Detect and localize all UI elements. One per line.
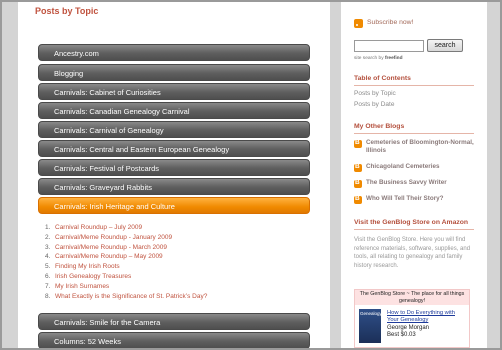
book-cover-image[interactable]: Genealogy (359, 309, 382, 343)
post-number: 1. (45, 224, 51, 231)
store-heading: Visit the GenBlog Store on Amazon (354, 219, 469, 226)
blogger-icon (354, 179, 362, 188)
list-item: 7. My Irish Surnames (45, 282, 305, 292)
blog-item[interactable]: Cemeteries of Bloomington-Normal, Illino… (354, 139, 479, 157)
list-item: 8. What Exactly is the Significance of St… (45, 292, 305, 302)
blogger-icon (354, 139, 362, 148)
blog-link[interactable]: Cemeteries of Bloomington-Normal, Illino… (366, 139, 476, 155)
search-input[interactable] (354, 40, 424, 52)
search-credit-prefix: site search by (354, 56, 385, 61)
topic-bar-graveyard-rabbits[interactable]: Carnivals: Graveyard Rabbits (38, 178, 310, 195)
list-item: 5. Finding My Irish Roots (45, 262, 305, 272)
post-number: 5. (45, 263, 51, 271)
post-list: 1. Carnival Roundup – July 2009 2. Carniva… (45, 223, 305, 301)
rss-icon[interactable] (354, 19, 363, 28)
topic-bar-ancestry[interactable]: Ancestry.com (38, 44, 310, 61)
widget-header: The GenBlog Store ~ The place for all th… (355, 290, 469, 305)
blogger-icon (354, 163, 362, 172)
book-cover-text: Genealogy (360, 311, 382, 316)
post-number: 4. (45, 253, 51, 261)
store-description: Visit the GenBlog Store. Here you will f… (354, 237, 471, 269)
divider (354, 133, 474, 134)
post-link[interactable]: Carnival/Meme Roundup – May 2009 (55, 253, 163, 260)
other-blogs-heading: My Other Blogs (354, 123, 405, 130)
blog-item[interactable]: Who Will Tell Their Story? (354, 195, 479, 205)
amazon-store-widget: The GenBlog Store ~ The place for all th… (354, 289, 470, 348)
topic-bar-central-eastern-european[interactable]: Carnivals: Central and Eastern European … (38, 140, 310, 157)
blog-link[interactable]: The Business Savvy Writer (366, 179, 476, 187)
blog-item[interactable]: The Business Savvy Writer (354, 179, 479, 189)
search-button[interactable]: search (427, 39, 463, 52)
list-item: 2. Carnival/Meme Roundup - January 2009 (45, 233, 305, 243)
divider (354, 229, 474, 230)
post-link[interactable]: Carnival Roundup – July 2009 (55, 224, 142, 231)
blogger-icon (354, 195, 362, 204)
page-margin (487, 2, 500, 348)
page-title: Posts by Topic (35, 6, 99, 16)
post-link[interactable]: What Exactly is the Significance of St. … (55, 293, 207, 300)
toc-heading: Table of Contents (354, 75, 411, 82)
blog-item[interactable]: Chicagoland Cemeteries (354, 163, 479, 173)
list-item: 4. Carnival/Meme Roundup – May 2009 (45, 252, 305, 262)
book-title-link[interactable]: How to Do Everything with Your Genealogy (387, 310, 467, 324)
post-link[interactable]: My Irish Surnames (55, 283, 109, 290)
list-item: 1. Carnival Roundup – July 2009 (45, 223, 305, 233)
list-item: 6. Irish Genealogy Treasures (45, 272, 305, 282)
post-link[interactable]: Carnival/Meme Roundup - March 2009 (55, 244, 167, 251)
topic-bar-carnival-of-genealogy[interactable]: Carnivals: Carnival of Genealogy (38, 121, 310, 138)
blog-link[interactable]: Chicagoland Cemeteries (366, 163, 476, 171)
post-number: 8. (45, 292, 51, 300)
subscribe-link[interactable]: Subscribe now! (367, 19, 413, 26)
blog-link[interactable]: Who Will Tell Their Story? (366, 195, 476, 203)
topic-bar-festival-of-postcards[interactable]: Carnivals: Festival of Postcards (38, 159, 310, 176)
topic-bar-irish-heritage-active[interactable]: Carnivals: Irish Heritage and Culture (38, 197, 310, 214)
freefind-link[interactable]: freefind (385, 56, 403, 61)
book-price: Best $0.03 (387, 332, 416, 338)
topic-bar-smile-for-the-camera[interactable]: Carnivals: Smile for the Camera (38, 313, 310, 330)
toc-link-posts-by-topic[interactable]: Posts by Topic (354, 90, 396, 97)
topic-bar-blogging[interactable]: Blogging (38, 64, 310, 81)
post-number: 3. (45, 243, 51, 251)
post-link[interactable]: Carnival/Meme Roundup - January 2009 (55, 234, 172, 241)
post-number: 6. (45, 272, 51, 280)
search-credit: site search by freefind (354, 56, 403, 61)
list-item: 3. Carnival/Meme Roundup - March 2009 (45, 243, 305, 253)
book-author: George Morgan (387, 325, 430, 331)
column-gutter (330, 2, 341, 348)
divider (354, 85, 474, 86)
topic-bar-canadian-genealogy-carnival[interactable]: Carnivals: Canadian Genealogy Carnival (38, 102, 310, 119)
post-number: 7. (45, 282, 51, 290)
post-number: 2. (45, 233, 51, 241)
topic-bar-52-weeks[interactable]: Columns: 52 Weeks (38, 332, 310, 348)
browser-viewport: Posts by Topic Ancestry.com Blogging Car… (0, 0, 502, 350)
post-link[interactable]: Finding My Irish Roots (55, 263, 120, 270)
topic-bar-cabinet-of-curiosities[interactable]: Carnivals: Cabinet of Curiosities (38, 83, 310, 100)
sidebar: Subscribe now! search site search by fre… (341, 2, 487, 348)
toc-link-posts-by-date[interactable]: Posts by Date (354, 101, 394, 108)
post-link[interactable]: Irish Genealogy Treasures (55, 273, 131, 280)
main-content: Posts by Topic Ancestry.com Blogging Car… (18, 2, 330, 348)
